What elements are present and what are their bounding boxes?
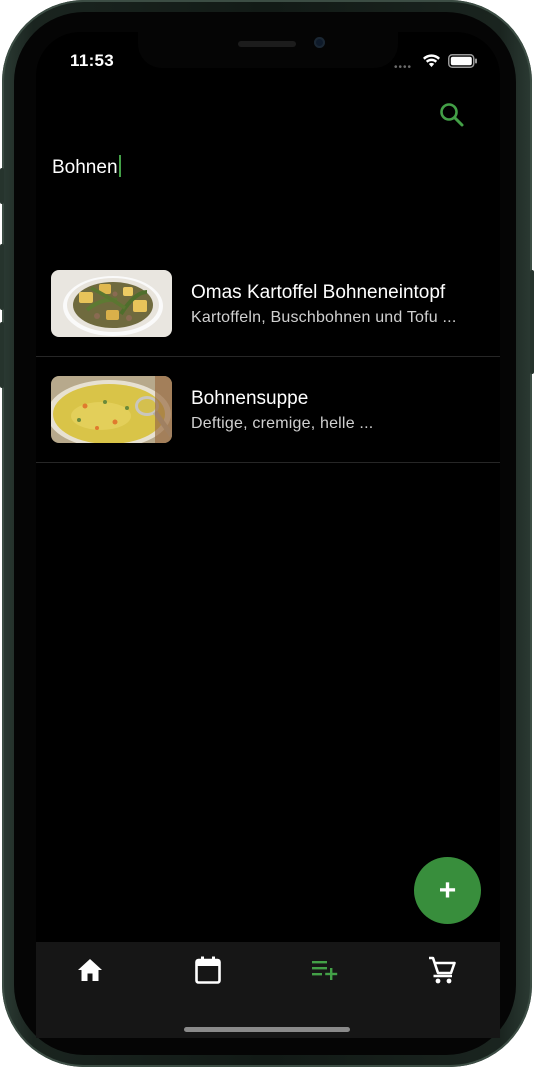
list-item[interactable]: Omas Kartoffel Bohneneintopf Kartoffeln,…	[36, 251, 500, 357]
battery-icon	[448, 54, 477, 68]
recipe-title: Bohnensuppe	[191, 388, 309, 409]
power-button	[530, 270, 534, 374]
playlist-add-icon	[312, 961, 338, 980]
bottom-navigation	[36, 942, 500, 1038]
mute-switch	[0, 168, 4, 204]
status-time: 11:53	[70, 51, 115, 70]
list-divider	[36, 462, 500, 463]
add-recipe-button[interactable]: +	[414, 857, 481, 924]
nav-shopping-list[interactable]	[422, 954, 462, 986]
nav-calendar[interactable]	[188, 954, 228, 986]
recipe-subtitle: Kartoffeln, Buschbohnen und Tofu ...	[191, 309, 457, 326]
home-icon	[78, 959, 102, 981]
list-item[interactable]: Bohnensuppe Deftige, cremige, helle ...	[36, 357, 500, 463]
cellular-dots-icon: ••••	[394, 62, 413, 73]
add-icon: +	[438, 873, 457, 907]
front-camera	[314, 37, 325, 48]
recipe-thumbnail	[51, 376, 172, 443]
nav-recipes[interactable]	[305, 954, 345, 986]
calendar-icon	[195, 956, 221, 984]
search-input[interactable]: Bohnen	[52, 155, 121, 179]
wifi-icon	[423, 54, 440, 67]
recipe-thumbnail	[51, 270, 172, 337]
home-indicator[interactable]	[184, 1027, 350, 1032]
volume-up-button	[0, 244, 4, 310]
volume-down-button	[0, 322, 4, 388]
notch	[138, 32, 398, 68]
speaker-grille	[238, 41, 296, 47]
status-icons: ••••	[394, 52, 484, 73]
recipe-title: Omas Kartoffel Bohneneintopf	[191, 282, 446, 303]
shopping-cart-icon	[429, 956, 456, 984]
search-input-value: Bohnen	[52, 157, 118, 178]
nav-home[interactable]	[70, 954, 110, 986]
recipe-subtitle: Deftige, cremige, helle ...	[191, 415, 374, 432]
search-icon[interactable]	[438, 101, 466, 129]
text-caret	[118, 155, 121, 177]
